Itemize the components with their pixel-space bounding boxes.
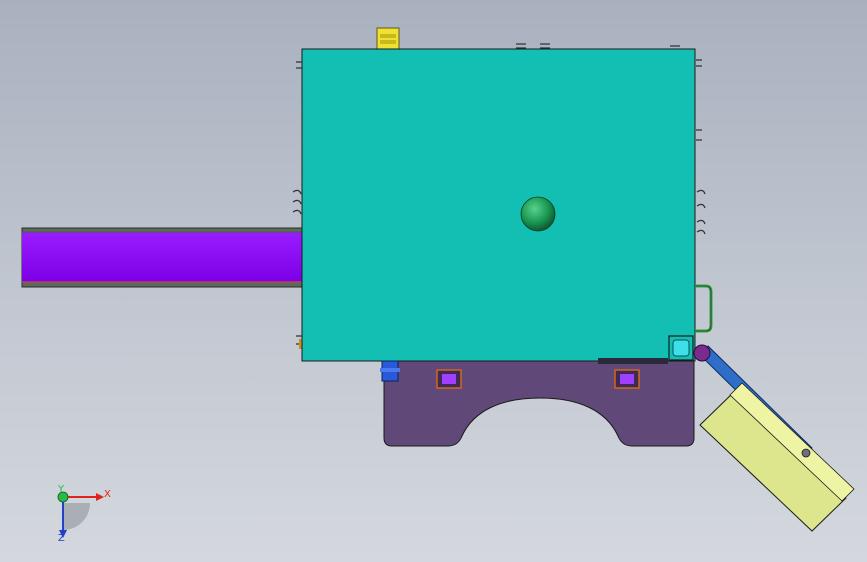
blue-fitting[interactable] [380,360,400,382]
green-knob[interactable] [520,196,556,232]
swing-arm-assembly[interactable] [693,344,855,532]
base-slot-left [436,369,462,389]
side-handle[interactable] [695,284,713,333]
arm-pivot[interactable] [693,344,711,362]
purple-beam[interactable] [21,227,305,288]
x-axis-label: X [104,489,111,500]
main-housing[interactable] [301,48,696,362]
z-axis-label: Z [58,533,65,544]
yellow-connector[interactable] [376,27,400,51]
y-axis-label: Y [57,484,65,495]
base-slot-right [614,369,640,389]
yellow-plate[interactable] [699,382,855,532]
base-bracket[interactable] [383,359,695,447]
corner-port[interactable] [668,335,694,361]
cad-3d-viewport[interactable]: X Y Z [0,0,867,562]
bottom-rail [598,358,668,364]
coordinate-triad: X Y Z [57,484,111,544]
